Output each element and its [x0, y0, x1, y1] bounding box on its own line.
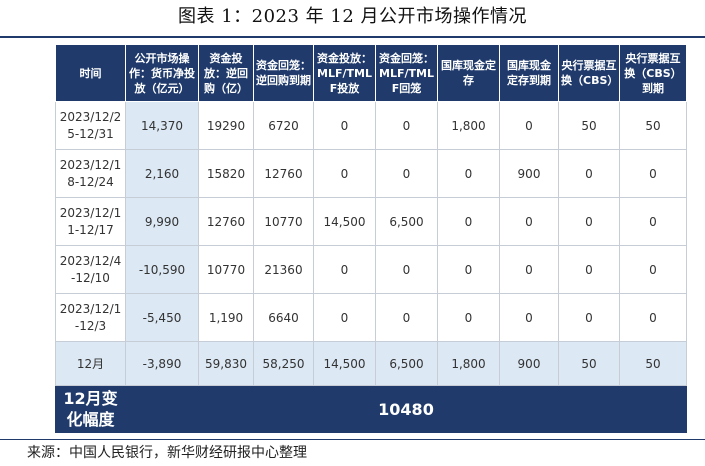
total-cell: 59,830	[198, 341, 254, 386]
table-cell: 0	[437, 245, 500, 294]
table-cell: 1,190	[198, 293, 254, 342]
table-row: 2023/12/25-12/31 14,370 19290 6720 0 0 1…	[55, 101, 687, 150]
change-label: 12月变化幅度	[55, 385, 126, 433]
table-cell: 0	[499, 293, 559, 342]
table-row: 2023/12/4-12/10 -10,590 10770 21360 0 0 …	[55, 245, 687, 294]
table-cell: 0	[437, 197, 500, 246]
table-cell: 50	[619, 101, 687, 150]
table-cell: 6640	[253, 293, 314, 342]
table-cell: 0	[558, 293, 620, 342]
total-cell: 58,250	[253, 341, 314, 386]
table-cell: 15820	[198, 149, 254, 198]
table-cell: 12760	[253, 149, 314, 198]
header-cell-mlf-injection: 资金投放：MLF/TMLF投放	[313, 44, 376, 102]
total-cell: -3,890	[125, 341, 199, 386]
table-cell: 0	[499, 197, 559, 246]
table-cell: 0	[313, 149, 376, 198]
header-cell-treasury-deposit: 国库现金定存	[437, 44, 500, 102]
table-cell: 0	[375, 149, 438, 198]
table-cell: 19290	[198, 101, 254, 150]
table-cell: 9,990	[125, 197, 199, 246]
table-cell: -10,590	[125, 245, 199, 294]
table-cell: 0	[375, 245, 438, 294]
table-cell: 0	[313, 101, 376, 150]
table-cell: 0	[499, 101, 559, 150]
table-cell: 0	[619, 149, 687, 198]
table-cell: 900	[499, 149, 559, 198]
change-row: 12月变化幅度 10480	[55, 385, 687, 433]
total-cell: 14,500	[313, 341, 376, 386]
table-cell: 0	[375, 293, 438, 342]
header-cell-mlf-withdrawal: 资金回笼：MLF/TMLF回笼	[375, 44, 438, 102]
table-row: 2023/12/1-12/3 -5,450 1,190 6640 0 0 0 0…	[55, 293, 687, 342]
total-row: 12月 -3,890 59,830 58,250 14,500 6,500 1,…	[55, 341, 687, 386]
table-row: 2023/12/11-12/17 9,990 12760 10770 14,50…	[55, 197, 687, 246]
header-cell-treasury-deposit-maturity: 国库现金定存到期	[499, 44, 559, 102]
table-cell: 10770	[253, 197, 314, 246]
footer-divider	[0, 439, 705, 440]
table-cell: 14,500	[313, 197, 376, 246]
table-cell: 21360	[253, 245, 314, 294]
table-cell: 2,160	[125, 149, 199, 198]
total-cell: 1,800	[437, 341, 500, 386]
table-cell: 0	[437, 149, 500, 198]
table-cell: 14,370	[125, 101, 199, 150]
table-cell: 2023/12/4-12/10	[55, 245, 126, 294]
title-divider	[0, 36, 705, 38]
table-cell: 2023/12/11-12/17	[55, 197, 126, 246]
total-cell: 12月	[55, 341, 126, 386]
figure-title: 图表 1：2023 年 12 月公开市场操作情况	[177, 6, 528, 27]
table-row: 2023/12/18-12/24 2,160 15820 12760 0 0 0…	[55, 149, 687, 198]
table-cell: 2023/12/1-12/3	[55, 293, 126, 342]
table-cell: -5,450	[125, 293, 199, 342]
table-cell: 6,500	[375, 197, 438, 246]
table-cell: 0	[313, 293, 376, 342]
table-cell: 0	[558, 245, 620, 294]
header-cell-reverse-repo-maturity: 资金回笼：逆回购到期	[253, 44, 314, 102]
table-cell: 0	[619, 293, 687, 342]
header-cell-reverse-repo-injection: 资金投放：逆回购（亿）	[198, 44, 254, 102]
total-cell: 6,500	[375, 341, 438, 386]
source-note: 来源：中国人民银行，新华财经研报中心整理	[27, 445, 307, 461]
total-cell: 50	[619, 341, 687, 386]
table-cell: 0	[558, 197, 620, 246]
total-cell: 50	[558, 341, 620, 386]
table-cell: 10770	[198, 245, 254, 294]
header-cell-cbs: 央行票据互换（CBS）	[558, 44, 620, 102]
table-cell: 0	[499, 245, 559, 294]
total-cell: 900	[499, 341, 559, 386]
header-cell-time: 时间	[55, 44, 126, 102]
table-cell: 2023/12/18-12/24	[55, 149, 126, 198]
header-cell-cbs-maturity: 央行票据互换（CBS）到期	[619, 44, 687, 102]
table-cell: 0	[437, 293, 500, 342]
change-value: 10480	[125, 385, 687, 433]
table-cell: 12760	[198, 197, 254, 246]
table-cell: 0	[375, 101, 438, 150]
table-cell: 0	[558, 149, 620, 198]
table-cell: 1,800	[437, 101, 500, 150]
open-market-operations-table: 时间 公开市场操作：货币净投放（亿元） 资金投放：逆回购（亿） 资金回笼：逆回购…	[55, 44, 687, 433]
table-cell: 2023/12/25-12/31	[55, 101, 126, 150]
table-cell: 0	[619, 245, 687, 294]
table-cell: 0	[313, 245, 376, 294]
table-cell: 50	[558, 101, 620, 150]
header-cell-net-injection: 公开市场操作：货币净投放（亿元）	[125, 44, 199, 102]
header-row: 时间 公开市场操作：货币净投放（亿元） 资金投放：逆回购（亿） 资金回笼：逆回购…	[55, 44, 687, 102]
table-cell: 6720	[253, 101, 314, 150]
table-cell: 0	[619, 197, 687, 246]
